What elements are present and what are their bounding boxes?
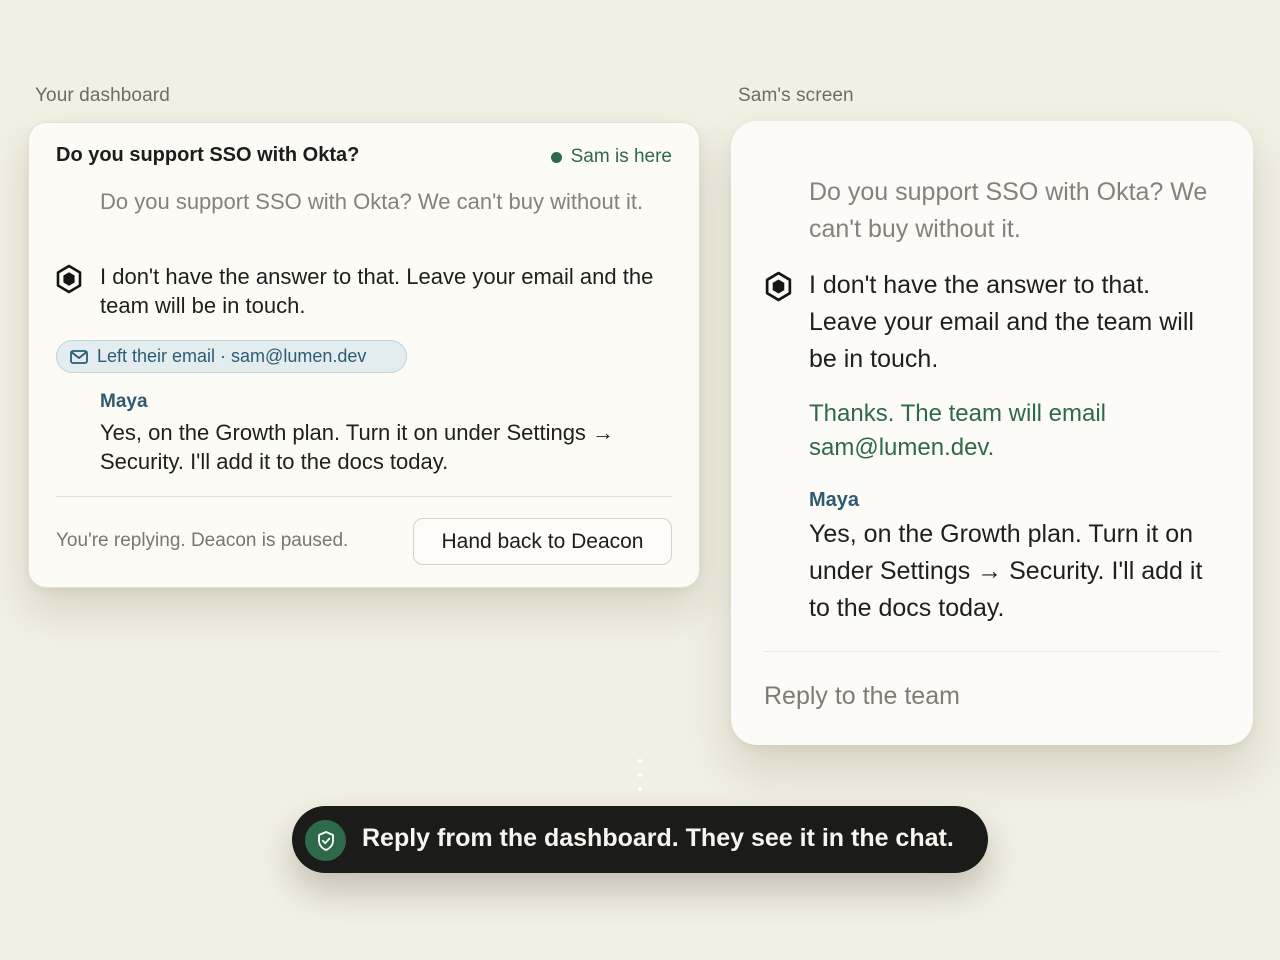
conversation-title: Do you support SSO with Okta?: [56, 144, 360, 166]
agent-name: Maya: [100, 391, 148, 412]
hexagon-bot-icon: [765, 271, 792, 302]
online-dot-icon: [550, 151, 562, 163]
banner-text: Reply from the dashboard. They see it in…: [362, 824, 954, 852]
divider: [56, 496, 672, 497]
info-banner: Reply from the dashboard. They see it in…: [292, 806, 988, 873]
presence-label: Sam is here: [570, 146, 672, 167]
shield-check-icon: [305, 820, 346, 861]
agent-message: Yes, on the Growth plan. Turn it on unde…: [100, 420, 615, 474]
customer-screen-section-label: Sam's screen: [738, 85, 854, 106]
presence-indicator: Sam is here: [550, 146, 672, 168]
mail-icon: [70, 349, 88, 364]
email-confirmation-message: Thanks. The team will email sam@lumen.de…: [809, 400, 1106, 461]
email-captured-chip[interactable]: Left their email · sam@lumen.dev: [56, 340, 407, 373]
email-chip-label: Left their email · sam@lumen.dev: [97, 346, 367, 366]
bot-message: I don't have the answer to that. Leave y…: [100, 264, 654, 318]
reply-status-text: You're replying. Deacon is paused.: [56, 530, 349, 551]
dashboard-section-label: Your dashboard: [35, 85, 170, 106]
reply-to-team-input[interactable]: [764, 671, 1214, 721]
bot-message: I don't have the answer to that. Leave y…: [809, 271, 1194, 373]
dashboard-conversation-card: Do you support SSO with Okta? Sam is her…: [28, 122, 700, 588]
agent-message: Yes, on the Growth plan. Turn it on unde…: [809, 520, 1203, 622]
connector-dots: [637, 757, 643, 793]
agent-name: Maya: [809, 489, 860, 511]
customer-message: Do you support SSO with Okta? We can't b…: [100, 189, 644, 214]
divider: [764, 651, 1219, 652]
hand-back-to-deacon-button[interactable]: Hand back to Deacon: [413, 518, 672, 565]
customer-message: Do you support SSO with Okta? We can't b…: [809, 178, 1208, 243]
hexagon-bot-icon: [56, 264, 82, 294]
customer-chat-widget: Do you support SSO with Okta? We can't b…: [731, 121, 1253, 745]
